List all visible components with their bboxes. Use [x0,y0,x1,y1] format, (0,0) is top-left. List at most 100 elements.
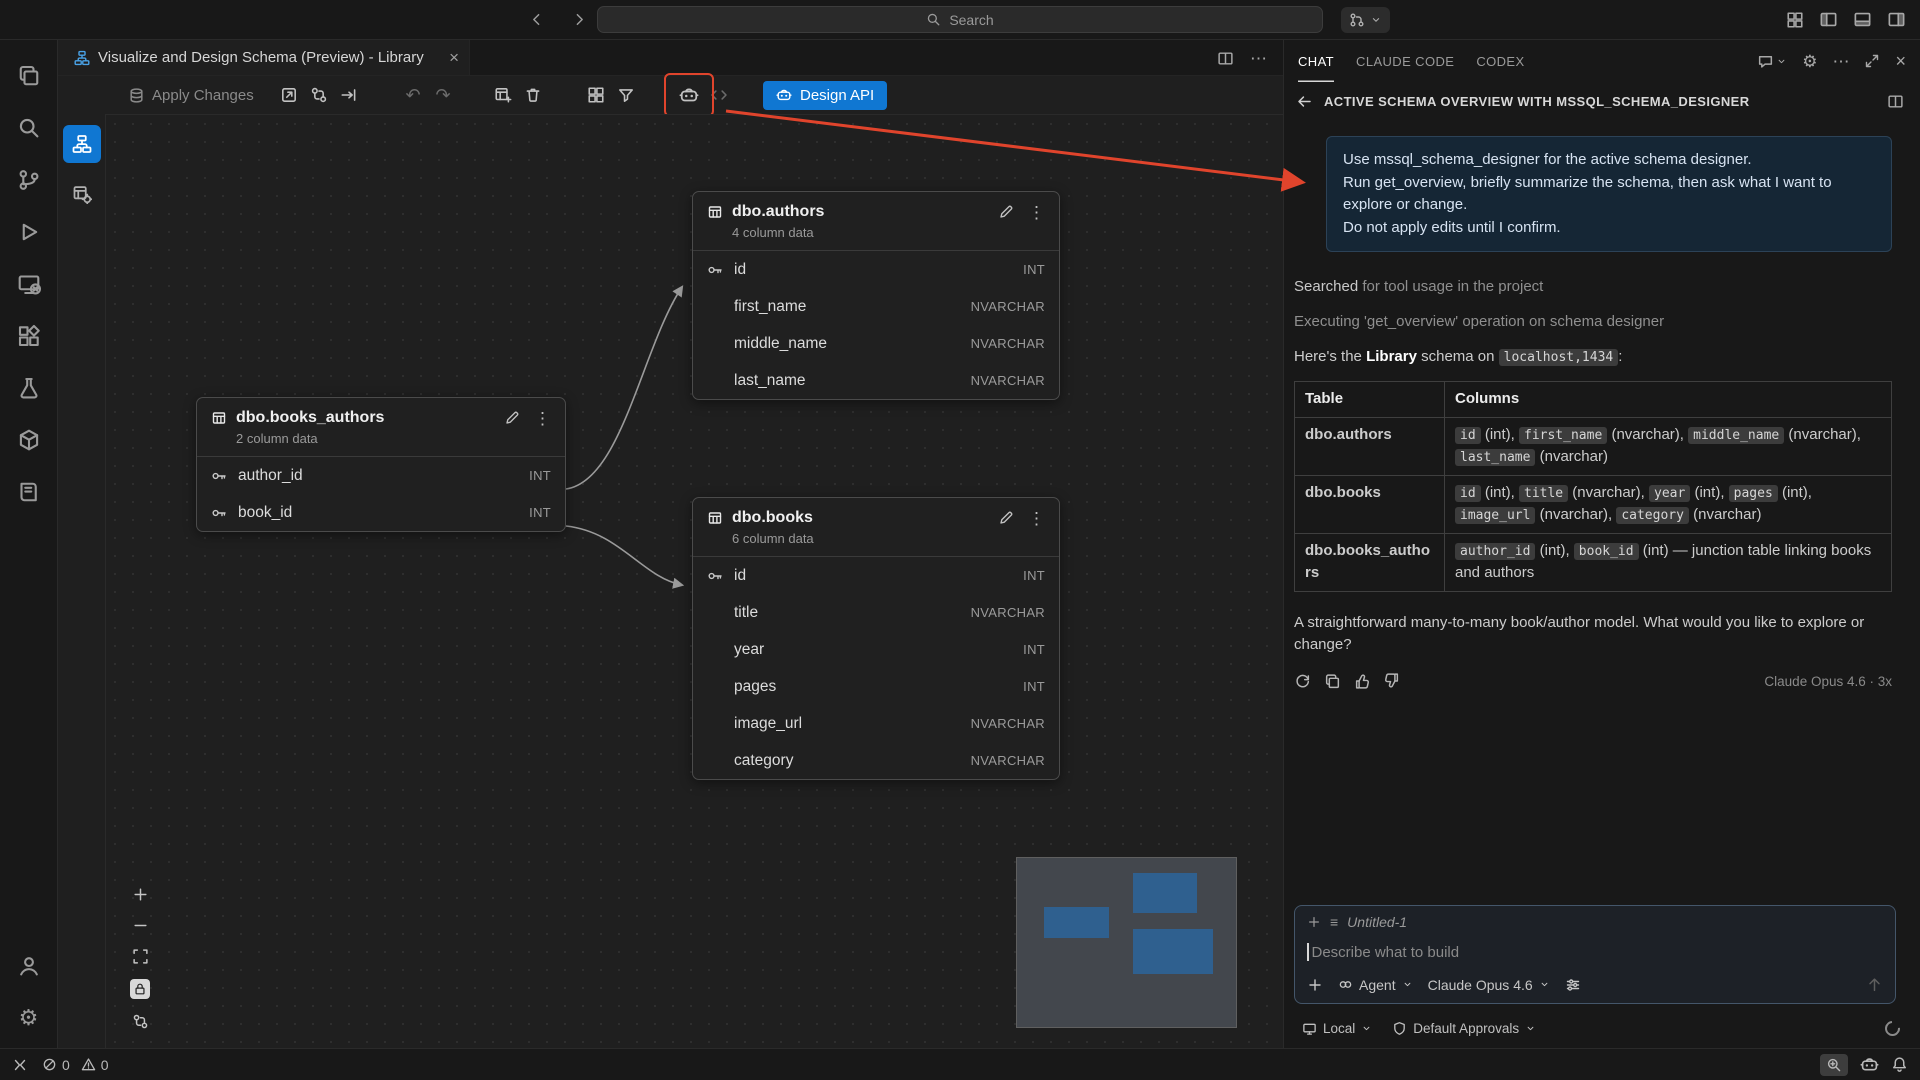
notebooks-icon[interactable] [0,466,57,518]
layout-grid-icon[interactable] [581,81,611,109]
chat-input-box[interactable]: ≡ Untitled-1 Describe what to build Agen… [1294,905,1896,1004]
toggle-panel-bottom-icon[interactable] [1853,10,1872,29]
column-row[interactable]: title NVARCHAR [693,594,1059,631]
column-row[interactable]: pages INT [693,668,1059,705]
tools-config-icon[interactable] [1565,977,1581,993]
run-debug-icon[interactable] [0,206,57,258]
lock-canvas-icon[interactable] [130,979,150,999]
table-card-authors[interactable]: dbo.authors ⋮ 4 column data id INT [692,191,1060,400]
search-sidebar-icon[interactable] [0,102,57,154]
table-editor-view-icon[interactable] [63,177,101,211]
problems-indicator[interactable]: 0 0 [42,1057,109,1073]
copilot-session-button[interactable] [1341,7,1390,33]
copilot-toolbar-icon[interactable] [674,81,704,109]
explorer-icon[interactable] [0,50,57,102]
column-row[interactable]: middle_name NVARCHAR [693,325,1059,362]
schema-canvas[interactable]: dbo.authors ⋮ 4 column data id INT [106,114,1283,1048]
approvals-dropdown[interactable]: Default Approvals [1392,1021,1536,1036]
thumbs-down-icon[interactable] [1384,673,1401,690]
copy-icon[interactable] [1324,673,1341,690]
accounts-icon[interactable] [0,940,57,992]
column-row[interactable]: id INT [693,557,1059,594]
redo-icon[interactable]: ↷ [428,81,458,109]
zoom-status-icon[interactable] [1820,1054,1848,1076]
tab-claude-code[interactable]: CLAUDE CODE [1356,40,1454,82]
add-table-icon[interactable] [488,81,518,109]
fit-view-icon[interactable] [132,948,149,965]
extensions-icon[interactable] [0,310,57,362]
table-menu-icon[interactable]: ⋮ [1028,204,1045,221]
customize-layout-icon[interactable] [1786,11,1804,29]
edit-table-icon[interactable] [998,204,1014,220]
settings-gear-icon[interactable]: ⚙ [0,992,57,1044]
nav-back-icon[interactable] [528,11,545,28]
add-context-icon[interactable] [1307,915,1321,929]
chat-history-icon[interactable] [1757,53,1787,70]
open-in-columns-icon[interactable] [1887,93,1904,110]
table-menu-icon[interactable]: ⋮ [1028,510,1045,527]
apply-changes-button[interactable]: Apply Changes [128,87,260,104]
agent-mode-dropdown[interactable]: Agent [1338,977,1413,993]
compare-schema-icon[interactable] [304,81,334,109]
column-row[interactable]: author_id INT [197,457,565,494]
design-api-button[interactable]: Design API [763,81,887,110]
source-control-icon[interactable] [0,154,57,206]
editor-more-actions-icon[interactable]: ⋯ [1250,50,1267,67]
edit-table-icon[interactable] [504,410,520,426]
column-row[interactable]: last_name NVARCHAR [693,362,1059,399]
undo-icon[interactable]: ↶ [398,81,428,109]
zoom-out-icon[interactable] [132,917,149,934]
tab-schema-designer[interactable]: Visualize and Design Schema (Preview) - … [58,40,470,75]
column-row[interactable]: category NVARCHAR [693,742,1059,779]
tool-step-searched[interactable]: Searched for tool usage in the project [1294,278,1892,295]
chat-close-icon[interactable]: × [1895,52,1906,70]
environment-dropdown[interactable]: Local [1302,1021,1372,1036]
table-menu-icon[interactable]: ⋮ [534,410,551,427]
table-card-books[interactable]: dbo.books ⋮ 6 column data id INT [692,497,1060,780]
nav-forward-icon[interactable] [571,11,588,28]
tab-close-icon[interactable]: × [449,49,459,66]
attach-icon[interactable] [1307,977,1323,993]
column-row[interactable]: book_id INT [197,494,565,531]
table-card-books-authors[interactable]: dbo.books_authors ⋮ 2 column data author… [196,397,566,532]
column-type: NVARCHAR [971,373,1045,388]
filter-icon[interactable] [611,81,641,109]
notifications-bell-icon[interactable] [1891,1056,1908,1073]
column-row[interactable]: year INT [693,631,1059,668]
copilot-status-icon[interactable] [1860,1055,1879,1074]
context-file-name[interactable]: Untitled-1 [1347,914,1407,930]
send-icon[interactable] [1866,976,1883,993]
edit-table-icon[interactable] [998,510,1014,526]
chat-maximize-icon[interactable] [1864,53,1880,69]
testing-icon[interactable] [0,362,57,414]
view-code-icon[interactable] [704,81,734,109]
table-row: dbo.books_authors author_id (int), book_… [1295,533,1892,591]
canvas-minimap[interactable] [1016,857,1237,1028]
schema-diagram-view-icon[interactable] [63,125,101,163]
tab-chat[interactable]: CHAT [1298,40,1334,82]
toggle-sidebar-left-icon[interactable] [1819,10,1838,29]
regenerate-icon[interactable] [1294,673,1311,690]
column-row[interactable]: first_name NVARCHAR [693,288,1059,325]
database-projects-icon[interactable] [0,414,57,466]
auto-arrange-icon[interactable] [334,81,364,109]
remote-explorer-icon[interactable] [0,258,57,310]
export-diagram-icon[interactable] [274,81,304,109]
model-dropdown[interactable]: Claude Opus 4.6 [1428,977,1550,993]
split-editor-icon[interactable] [1217,50,1234,67]
column-row[interactable]: image_url NVARCHAR [693,705,1059,742]
chat-more-actions-icon[interactable]: ⋯ [1832,53,1849,70]
column-row[interactable]: id INT [693,251,1059,288]
chat-input-placeholder[interactable]: Describe what to build [1312,944,1460,961]
delete-icon[interactable] [518,81,548,109]
command-search-box[interactable]: Search [597,6,1323,33]
toggle-sidebar-right-icon[interactable] [1887,10,1906,29]
tab-codex[interactable]: CODEX [1476,40,1524,82]
zoom-in-icon[interactable] [132,886,149,903]
back-icon[interactable] [1296,93,1313,110]
thumbs-up-icon[interactable] [1354,673,1371,690]
tool-step-executing[interactable]: Executing 'get_overview' operation on sc… [1294,313,1892,330]
reset-layout-icon[interactable] [132,1013,149,1030]
remote-indicator-icon[interactable] [12,1057,28,1073]
chat-settings-gear-icon[interactable]: ⚙ [1802,53,1817,70]
